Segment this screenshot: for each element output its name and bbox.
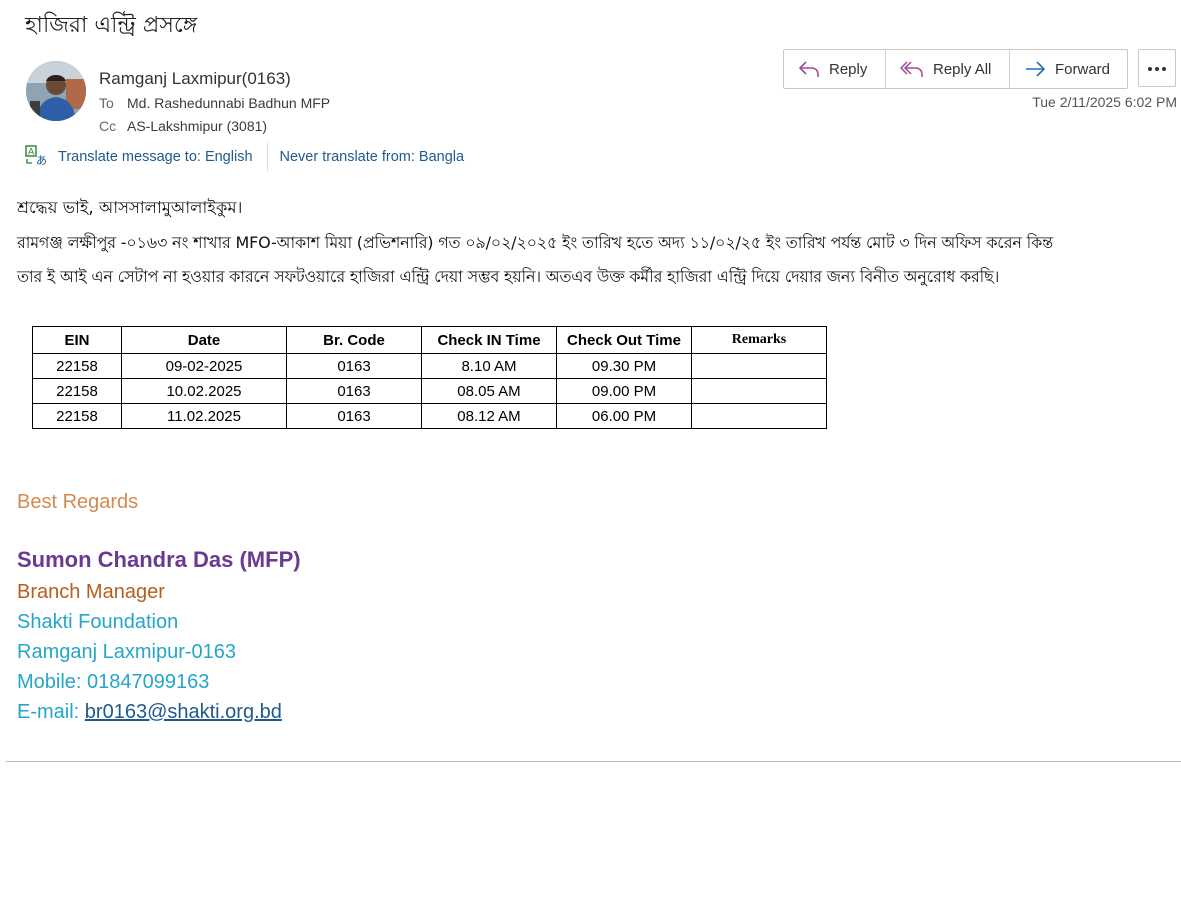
translate-bar: A あ Translate message to: English Never …	[25, 143, 464, 171]
translate-divider	[266, 143, 268, 171]
reply-all-label: Reply All	[933, 60, 992, 78]
table-row: 22158 11.02.2025 0163 08.12 AM 06.00 PM	[32, 403, 827, 429]
translate-message-link[interactable]: Translate message to: English	[58, 149, 253, 165]
message-actions: Reply Reply All Forward	[783, 49, 1128, 89]
column-header-date: Date	[121, 326, 287, 354]
column-header-remarks: Remarks	[691, 326, 827, 354]
cell-check-in: 08.12 AM	[421, 403, 557, 429]
cc-row: Cc AS-Lakshmipur (3081)	[99, 118, 267, 134]
forward-button[interactable]: Forward	[1010, 50, 1127, 88]
signature-title: Branch Manager	[17, 581, 165, 603]
cc-label: Cc	[99, 118, 117, 134]
reply-button[interactable]: Reply	[784, 50, 886, 88]
cell-branch-code: 0163	[286, 353, 422, 379]
translate-icon: A あ	[25, 144, 47, 171]
signature-email-label: E-mail:	[17, 701, 85, 723]
never-translate-link[interactable]: Never translate from: Bangla	[280, 149, 465, 165]
svg-text:A: A	[28, 147, 35, 157]
column-header-ein: EIN	[32, 326, 122, 354]
cell-check-out: 09.30 PM	[556, 353, 692, 379]
reply-all-icon	[900, 60, 924, 78]
avatar-photo	[26, 61, 86, 121]
cell-check-out: 09.00 PM	[556, 378, 692, 404]
cell-date: 09-02-2025	[121, 353, 287, 379]
to-label: To	[99, 95, 114, 111]
column-header-check-in: Check IN Time	[421, 326, 557, 354]
cell-check-in: 08.05 AM	[421, 378, 557, 404]
cell-ein: 22158	[32, 378, 122, 404]
more-actions-button[interactable]	[1138, 49, 1176, 87]
sender-name[interactable]: Ramganj Laxmipur(0163)	[99, 69, 291, 89]
email-subject: হাজিরা এন্ট্রি প্রসঙ্গে	[25, 13, 198, 38]
body-line-2: তার ই আই এন সেটাপ না হওয়ার কারনে সফটওয়…	[17, 267, 1000, 286]
reply-all-button[interactable]: Reply All	[886, 50, 1010, 88]
cell-remarks	[691, 378, 827, 404]
table-row: 22158 10.02.2025 0163 08.05 AM 09.00 PM	[32, 378, 827, 404]
forward-label: Forward	[1055, 60, 1111, 78]
message-end-divider	[6, 761, 1181, 762]
signature-name: Sumon Chandra Das (MFP)	[17, 547, 301, 572]
cell-branch-code: 0163	[286, 403, 422, 429]
signature-email-link[interactable]: br0163@shakti.org.bd	[85, 701, 282, 723]
attendance-table: EIN Date Br. Code Check IN Time Check Ou…	[32, 326, 827, 429]
cell-ein: 22158	[32, 353, 122, 379]
forward-icon	[1024, 60, 1046, 78]
to-row: To Md. Rashedunnabi Badhun MFP	[99, 95, 330, 111]
sent-datetime: Tue 2/11/2025 6:02 PM	[1032, 94, 1177, 110]
signature-branch: Ramganj Laxmipur-0163	[17, 641, 237, 663]
cell-remarks	[691, 353, 827, 379]
cell-ein: 22158	[32, 403, 122, 429]
reply-label: Reply	[829, 60, 868, 78]
table-row: 22158 09-02-2025 0163 8.10 AM 09.30 PM	[32, 353, 827, 379]
column-header-branch-code: Br. Code	[286, 326, 422, 354]
ellipsis-icon	[1147, 59, 1167, 77]
signature-organization: Shakti Foundation	[17, 611, 179, 633]
signature-regards: Best Regards	[17, 491, 139, 513]
column-header-check-out: Check Out Time	[556, 326, 692, 354]
signature-mobile: Mobile: 01847099163	[17, 671, 210, 693]
cell-check-out: 06.00 PM	[556, 403, 692, 429]
table-header-row: EIN Date Br. Code Check IN Time Check Ou…	[32, 326, 827, 354]
cell-remarks	[691, 403, 827, 429]
cell-date: 11.02.2025	[121, 403, 287, 429]
cell-date: 10.02.2025	[121, 378, 287, 404]
reply-icon	[798, 60, 820, 78]
sender-avatar[interactable]	[26, 61, 86, 121]
cell-check-in: 8.10 AM	[421, 353, 557, 379]
cc-recipient[interactable]: AS-Lakshmipur (3081)	[127, 118, 267, 134]
svg-text:あ: あ	[36, 154, 47, 166]
to-recipient[interactable]: Md. Rashedunnabi Badhun MFP	[127, 95, 330, 111]
cell-branch-code: 0163	[286, 378, 422, 404]
body-line-1: রামগঞ্জ লক্ষীপুর -০১৬৩ নং শাখার MFO-আকাশ…	[17, 233, 1053, 252]
body-greeting: শ্রদ্ধেয় ভাই, আসসালামুআলাইকুম।	[17, 198, 243, 217]
signature-email-row: E-mail: br0163@shakti.org.bd	[17, 701, 282, 724]
